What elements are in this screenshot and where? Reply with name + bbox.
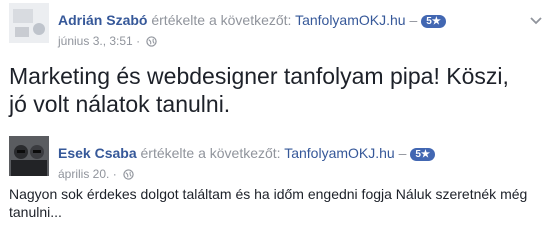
meta-separator: ·: [112, 167, 117, 181]
avatar[interactable]: [9, 136, 49, 176]
globe-icon: [146, 36, 158, 50]
avatar[interactable]: [9, 3, 49, 43]
review-header: Adrián Szabó értékelte a következőt: Tan…: [58, 12, 446, 28]
review-text: Nagyon sok érdekes dolgot találtam és ha…: [9, 186, 528, 220]
review-date-link[interactable]: április 20.: [58, 167, 109, 181]
review-date-link[interactable]: június 3., 3:51: [58, 34, 133, 48]
reviewer-name-link[interactable]: Adrián Szabó: [58, 12, 147, 28]
chevron-down-icon[interactable]: [530, 12, 542, 30]
review-meta: április 20. ·: [58, 167, 134, 183]
review-header: Esek Csaba értékelte a következőt: Tanfo…: [58, 145, 435, 161]
review-text: Marketing és webdesigner tanfolyam pipa!…: [9, 63, 509, 117]
dash-separator: –: [398, 145, 407, 161]
review-action-text: értékelte a következőt:: [140, 145, 281, 161]
globe-icon: [123, 169, 134, 183]
meta-separator: ·: [136, 34, 141, 48]
dash-separator: –: [409, 12, 418, 28]
page-name-link[interactable]: TanfolyamOKJ.hu: [295, 12, 406, 28]
review-action-text: értékelte a következőt:: [151, 12, 292, 28]
reviewer-name-link[interactable]: Esek Csaba: [58, 145, 137, 161]
rating-badge: 5★: [421, 15, 446, 28]
rating-badge: 5★: [410, 148, 435, 161]
review-meta: június 3., 3:51 ·: [58, 34, 158, 50]
page-name-link[interactable]: TanfolyamOKJ.hu: [284, 145, 395, 161]
